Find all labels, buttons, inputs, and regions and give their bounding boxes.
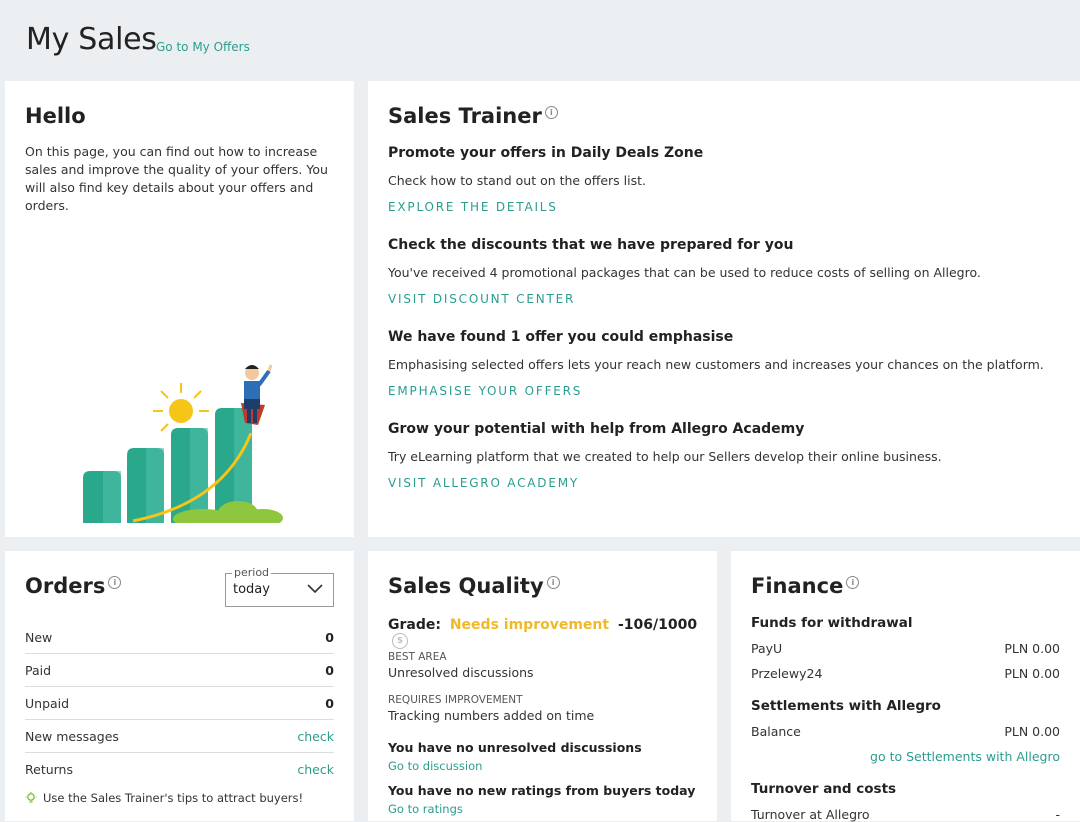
turnover-row: Turnover at Allegro - (751, 807, 1060, 822)
trainer-heading: We have found 1 offer you could emphasis… (388, 329, 734, 345)
check-messages-link[interactable]: check (297, 729, 334, 744)
go-to-ratings-link[interactable]: Go to ratings (388, 802, 463, 816)
sales-trainer-title-text: Sales Trainer (388, 104, 542, 128)
trainer-heading: Grow your potential with help from Alleg… (388, 421, 805, 437)
grade-badge-icon: S (392, 633, 408, 649)
requires-improvement-value: Tracking numbers added on time (388, 708, 595, 723)
period-select[interactable]: period today (225, 566, 334, 607)
trainer-section-discounts: Check the discounts that we have prepare… (388, 237, 1068, 307)
orders-row-returns: Returns check (25, 753, 334, 785)
best-area-value: Unresolved discussions (388, 665, 534, 680)
grade-score: -106/1000 (617, 617, 698, 633)
balance-value: PLN 0.00 (1004, 724, 1060, 739)
check-returns-link[interactable]: check (297, 762, 334, 777)
trainer-heading: Promote your offers in Daily Deals Zone (388, 145, 704, 161)
orders-row-messages: New messages check (25, 720, 334, 753)
sun-icon (153, 383, 209, 432)
go-to-my-offers-link[interactable]: Go to My Offers (156, 40, 250, 54)
sales-tip-text: Use the Sales Trainer's tips to attract … (43, 791, 304, 805)
info-icon[interactable]: i (544, 106, 558, 119)
orders-title-text: Orders (25, 574, 106, 598)
sales-quality-card: Sales Quality i Grade: Needs improvement … (368, 551, 717, 821)
funds-row-przelewy24: Przelewy24 PLN 0.00 (751, 666, 1060, 681)
turnover-title: Turnover and costs (751, 781, 897, 797)
visit-allegro-academy-link[interactable]: VISIT ALLEGRO ACADEMY (388, 476, 579, 490)
requires-improvement-label: REQUIRES IMPROVEMENT (388, 694, 523, 706)
orders-row-value: 0 (325, 696, 334, 711)
sales-trainer-card: Sales Trainer i Promote your offers in Da… (368, 81, 1080, 537)
hello-title: Hello (25, 104, 86, 128)
funds-row-label: Przelewy24 (751, 666, 823, 681)
info-icon[interactable]: i (546, 576, 560, 589)
orders-title: Orders i (25, 574, 122, 598)
trainer-section-daily-deals: Promote your offers in Daily Deals Zone … (388, 145, 1068, 215)
orders-row-label: Unpaid (25, 696, 70, 711)
period-value: today (233, 582, 270, 597)
sales-trainer-title: Sales Trainer i (388, 104, 558, 128)
go-to-discussion-link[interactable]: Go to discussion (388, 759, 482, 773)
chevron-down-icon (307, 584, 323, 594)
page-header: My Sales Go to My Offers (0, 0, 1080, 80)
funds-row-payu: PayU PLN 0.00 (751, 641, 1060, 656)
info-icon[interactable]: i (846, 576, 860, 589)
grade-line: Grade: Needs improvement -106/1000 S (388, 617, 717, 649)
orders-card: Orders i period today New 0 Paid 0 Unpaid… (5, 551, 354, 821)
finance-card: Finance i Funds for withdrawal PayU PLN 0… (731, 551, 1080, 822)
turnover-value: - (1055, 807, 1060, 822)
hello-card: Hello On this page, you can find out how… (5, 81, 354, 537)
trainer-section-emphasise: We have found 1 offer you could emphasis… (388, 329, 1068, 399)
finance-title-text: Finance (751, 574, 844, 598)
sales-quality-title: Sales Quality i (388, 574, 560, 598)
page-title: My Sales (26, 22, 157, 57)
trainer-section-academy: Grow your potential with help from Alleg… (388, 421, 1068, 491)
sales-quality-title-text: Sales Quality (388, 574, 544, 598)
orders-row-paid: Paid 0 (25, 654, 334, 687)
trainer-description: Emphasising selected offers lets your re… (388, 357, 1044, 372)
settlements-title: Settlements with Allegro (751, 698, 941, 714)
period-label: period (232, 566, 272, 579)
superhero-icon (241, 364, 273, 425)
funds-row-label: PayU (751, 641, 783, 656)
orders-row-label: New messages (25, 729, 119, 744)
turnover-label: Turnover at Allegro (751, 807, 870, 822)
trainer-description: You've received 4 promotional packages t… (388, 265, 981, 280)
settlements-link[interactable]: go to Settlements with Allegro (870, 749, 1060, 764)
growth-illustration (83, 364, 283, 523)
lightbulb-icon (25, 791, 37, 803)
finance-title: Finance i (751, 574, 860, 598)
funds-title: Funds for withdrawal (751, 615, 913, 631)
orders-row-new: New 0 (25, 621, 334, 654)
orders-row-value: 0 (325, 630, 334, 645)
discussions-text: You have no unresolved discussions (388, 740, 642, 755)
ratings-text: You have no new ratings from buyers toda… (388, 783, 696, 798)
balance-row: Balance PLN 0.00 (751, 724, 1060, 739)
funds-row-value: PLN 0.00 (1004, 666, 1060, 681)
emphasise-offers-link[interactable]: EMPHASISE YOUR OFFERS (388, 384, 582, 398)
orders-row-value: 0 (325, 663, 334, 678)
info-icon[interactable]: i (108, 576, 122, 589)
trainer-description: Try eLearning platform that we created t… (388, 449, 942, 464)
orders-row-label: Paid (25, 663, 52, 678)
best-area-label: BEST AREA (388, 651, 447, 663)
trainer-description: Check how to stand out on the offers lis… (388, 173, 647, 188)
orders-list: New 0 Paid 0 Unpaid 0 New messages check… (25, 621, 334, 785)
balance-label: Balance (751, 724, 801, 739)
explore-details-link[interactable]: EXPLORE THE DETAILS (388, 200, 558, 214)
visit-discount-center-link[interactable]: VISIT DISCOUNT CENTER (388, 292, 575, 306)
orders-row-label: Returns (25, 762, 73, 777)
sales-tip: Use the Sales Trainer's tips to attract … (25, 791, 303, 806)
trainer-heading: Check the discounts that we have prepare… (388, 237, 794, 253)
grade-value: Needs improvement (449, 617, 610, 633)
orders-row-unpaid: Unpaid 0 (25, 687, 334, 720)
orders-row-label: New (25, 630, 53, 645)
funds-row-value: PLN 0.00 (1004, 641, 1060, 656)
grade-label: Grade: (388, 617, 441, 633)
hello-text: On this page, you can find out how to in… (25, 144, 328, 213)
